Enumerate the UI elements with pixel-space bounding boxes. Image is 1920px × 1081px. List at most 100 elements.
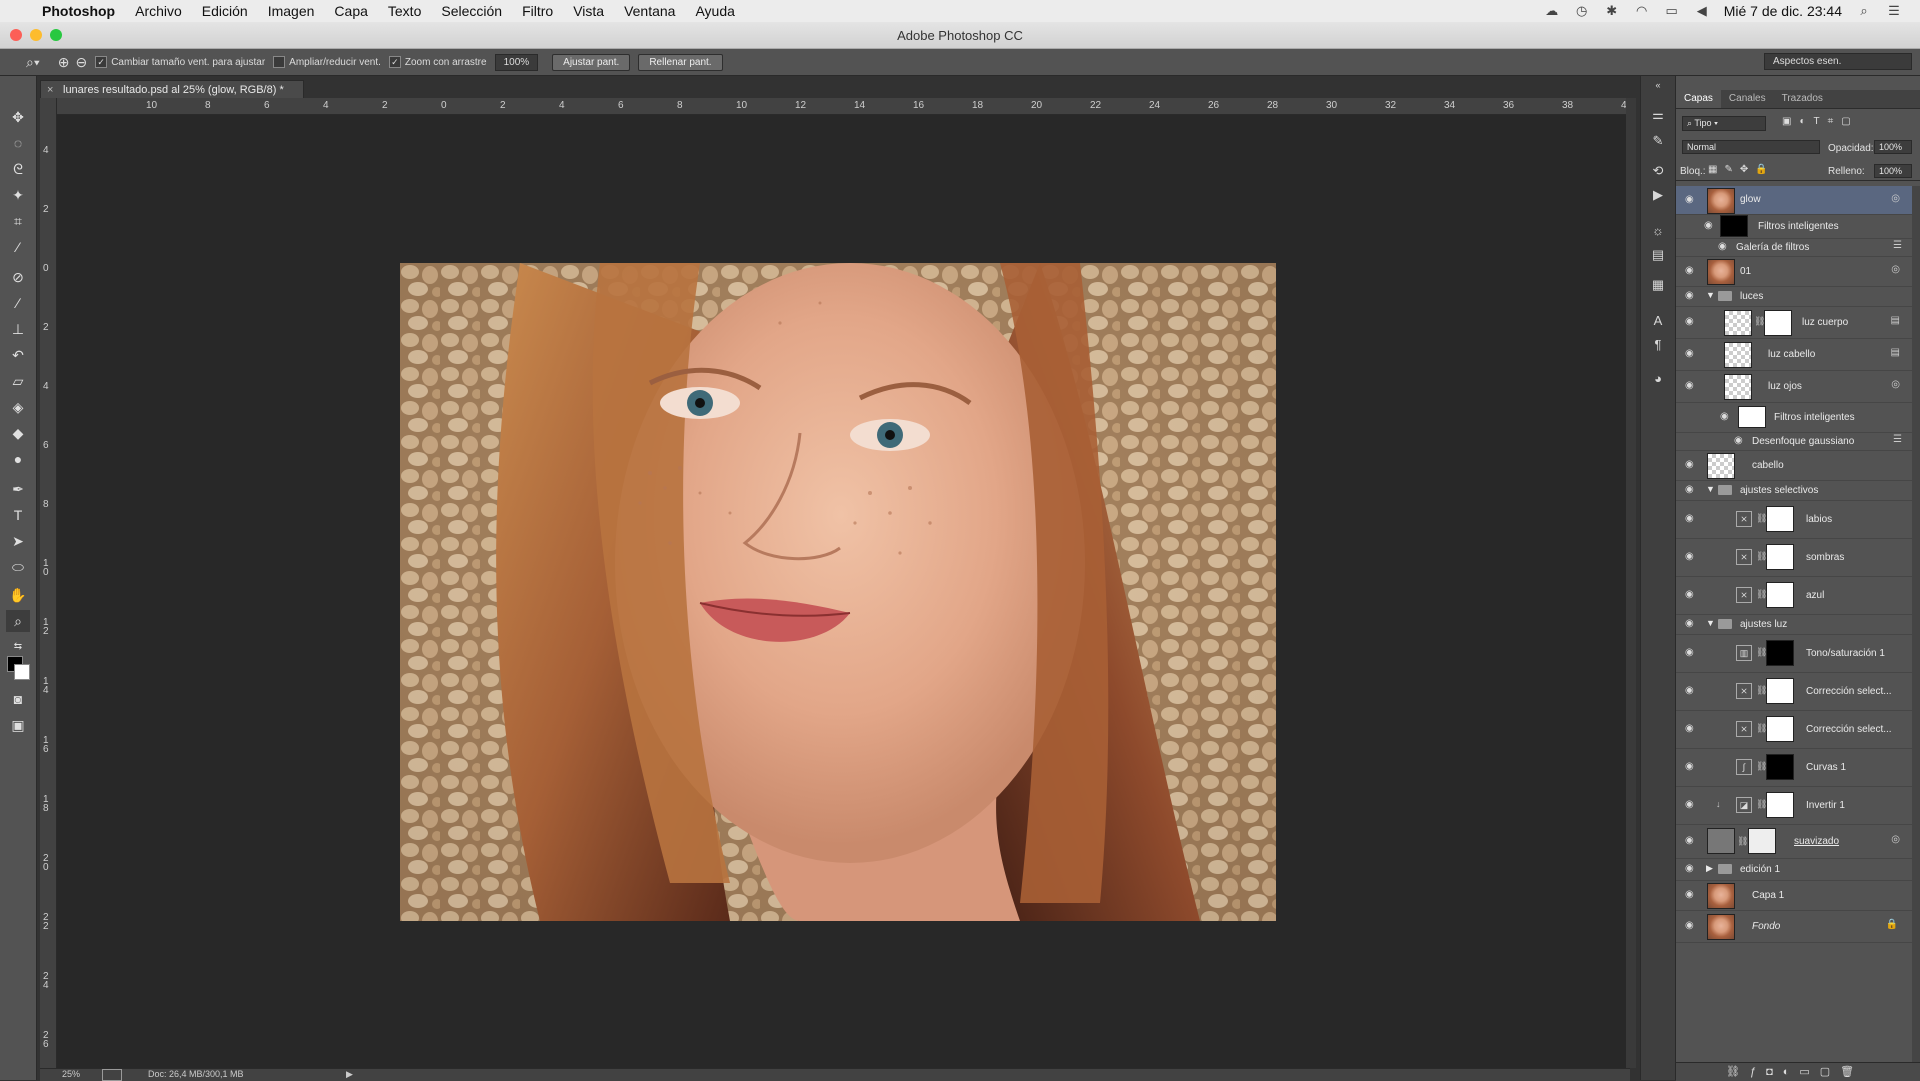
swatches-panel-icon[interactable]: ◕ [1649,370,1667,388]
visibility-eye-icon[interactable]: ◉ [1685,724,1699,734]
status-preview-icon[interactable] [102,1069,122,1081]
layer-footer-icons[interactable]: ⛓ƒ◘◐▭▢🗑 [1726,1065,1864,1078]
layer-row-smart-filters-2[interactable]: ◉ Filtros inteligentes [1676,402,1912,433]
layer-group-ajustes-selectivos[interactable]: ◉ ▼ ajustes selectivos [1676,480,1912,501]
visibility-eye-icon[interactable]: ◉ [1685,552,1699,562]
layer-name[interactable]: luz ojos [1768,381,1802,392]
visibility-eye-icon[interactable]: ◉ [1685,514,1699,524]
tool-presets-panel-icon[interactable]: ▤ [1649,246,1667,264]
group-expand-arrow-icon[interactable]: ▶ [1706,863,1713,874]
visibility-eye-icon[interactable]: ◉ [1685,291,1699,301]
layers-scrollbar[interactable] [1912,186,1920,1062]
type-tool-icon[interactable]: T [6,504,30,526]
menu-imagen[interactable]: Imagen [258,3,325,19]
visibility-eye-icon[interactable]: ◉ [1685,317,1699,327]
fill-screen-button[interactable]: Rellenar pant. [638,53,723,71]
paragraph-panel-icon[interactable]: ¶ [1649,336,1667,354]
layer-name[interactable]: luces [1740,291,1763,302]
menu-capa[interactable]: Capa [324,3,377,19]
layer-filter-icons[interactable]: ▣◐T⌗▢ [1782,116,1859,127]
zoom-in-icon[interactable]: ⊕ [58,54,70,71]
smart-filter-visibility-icon[interactable]: ◎ [1891,834,1900,845]
layer-row-tono-saturacion[interactable]: ◉ ▥ ⛓ Tono/saturación 1 [1676,634,1912,673]
visibility-eye-icon[interactable]: ◉ [1685,460,1699,470]
zoom-level-readout[interactable]: 25% [62,1069,80,1079]
visibility-eye-icon[interactable]: ◉ [1685,381,1699,391]
filter-options-icon[interactable]: ☰ [1893,434,1902,445]
document-tab[interactable]: × lunares resultado.psd al 25% (glow, RG… [40,80,304,99]
layer-row-capa-1[interactable]: ◉ Capa 1 [1676,880,1912,911]
menubar-clock[interactable]: Mié 7 de dic. 23:44 [1724,3,1842,19]
zoom-value-field[interactable]: 100% [494,53,539,71]
layer-row-invertir[interactable]: ◉ ↓ ◪ ⛓ Invertir 1 [1676,786,1912,825]
layer-row-01[interactable]: ◉ 01 ◎ [1676,256,1912,287]
collapse-dock-icon[interactable]: « [1649,76,1667,94]
layer-name[interactable]: luz cabello [1768,349,1815,360]
group-expand-arrow-icon[interactable]: ▼ [1706,618,1715,628]
notification-center-icon[interactable]: ☰ [1886,4,1902,18]
marquee-tool-icon[interactable]: ◌ [6,132,30,154]
hand-tool-icon[interactable]: ✋ [6,584,30,606]
layer-group-edicion[interactable]: ◉ ▶ edición 1 [1676,858,1912,881]
tab-capas[interactable]: Capas [1676,90,1721,108]
menu-texto[interactable]: Texto [378,3,431,19]
visibility-eye-icon[interactable]: ◉ [1685,921,1699,931]
fill-field[interactable]: 100% [1874,164,1912,178]
layer-row-luz-cuerpo[interactable]: ◉ ⛓ luz cuerpo ▤ [1676,306,1912,339]
info-panel-icon[interactable]: ▦ [1649,276,1667,294]
visibility-eye-icon[interactable]: ◉ [1718,242,1732,252]
zoom-all-checkbox[interactable] [273,56,286,68]
layer-row-azul[interactable]: ◉ ⨯ ⛓ azul [1676,576,1912,615]
layer-name[interactable]: sombras [1806,552,1844,563]
spotlight-search-icon[interactable]: ⌕ [1856,4,1872,18]
path-selection-tool-icon[interactable]: ➤ [6,530,30,552]
visibility-eye-icon[interactable]: ◉ [1685,590,1699,600]
menu-ventana[interactable]: Ventana [614,3,685,19]
visibility-eye-icon[interactable]: ◉ [1685,349,1699,359]
layer-name[interactable]: Corrección select... [1806,686,1892,697]
zoom-out-icon[interactable]: ⊖ [75,54,87,71]
layer-row-sombras[interactable]: ◉ ⨯ ⛓ sombras [1676,538,1912,577]
eraser-tool-icon[interactable]: ▱ [6,370,30,392]
visibility-eye-icon[interactable]: ◉ [1685,836,1699,846]
history-panel-icon[interactable]: ⟲ [1649,162,1667,180]
menu-filtro[interactable]: Filtro [512,3,563,19]
lock-icons[interactable]: ▦✎✥🔒 [1708,164,1775,175]
shape-tool-icon[interactable]: ⬭ [6,556,30,578]
layer-row-correccion-selectiva-1[interactable]: ◉ ⨯ ⛓ Corrección select... [1676,672,1912,711]
layer-name[interactable]: suavizado [1794,836,1839,847]
paint-bucket-tool-icon[interactable]: ◈ [6,396,30,418]
tab-trazados[interactable]: Trazados [1774,90,1831,108]
visibility-eye-icon[interactable]: ◉ [1685,485,1699,495]
mask-link-icon[interactable]: ⛓ [1737,836,1748,847]
layer-name[interactable]: Curvas 1 [1806,762,1846,773]
creative-cloud-icon[interactable]: ☁ [1544,4,1560,18]
healing-brush-tool-icon[interactable]: ⊘ [6,266,30,288]
time-machine-icon[interactable]: ◷ [1574,4,1590,18]
menu-edicion[interactable]: Edición [192,3,258,19]
menu-ayuda[interactable]: Ayuda [685,3,744,19]
layer-row-curvas[interactable]: ◉ ∫ ⛓ Curvas 1 [1676,748,1912,787]
layer-name[interactable]: luz cuerpo [1802,317,1848,328]
screen-mode-icon[interactable]: ▣ [6,714,30,736]
layer-row-luz-cabello[interactable]: ◉ luz cabello ▤ [1676,338,1912,371]
workspace-switcher[interactable]: Aspectos esen. [1764,53,1912,70]
layer-name[interactable]: Invertir 1 [1806,800,1845,811]
close-document-icon[interactable]: × [47,81,53,99]
smart-filter-visibility-icon[interactable]: ◎ [1891,379,1900,390]
layer-row-fondo[interactable]: ◉ Fondo 🔒 [1676,910,1912,943]
doc-size-info[interactable]: Doc: 26,4 MB/300,1 MB [148,1069,244,1079]
layer-name[interactable]: ajustes luz [1740,619,1787,630]
quick-mask-icon[interactable]: ◙ [6,688,30,710]
layer-name[interactable]: azul [1806,590,1824,601]
canvas-vertical-scrollbar[interactable] [1626,98,1636,1068]
layer-row-labios[interactable]: ◉ ⨯ ⛓ labios [1676,500,1912,539]
visibility-eye-icon[interactable]: ◉ [1704,221,1718,231]
pen-tool-icon[interactable]: ✒ [6,478,30,500]
eyedropper-tool-icon[interactable]: ⁄ [6,236,30,258]
adjustments-panel-icon[interactable]: ⚌ [1649,106,1667,124]
actions-panel-icon[interactable]: ▶ [1649,186,1667,204]
layer-row-luz-ojos[interactable]: ◉ luz ojos ◎ [1676,370,1912,403]
history-brush-tool-icon[interactable]: ↶ [6,344,30,366]
layer-group-ajustes-luz[interactable]: ◉ ▼ ajustes luz [1676,614,1912,635]
